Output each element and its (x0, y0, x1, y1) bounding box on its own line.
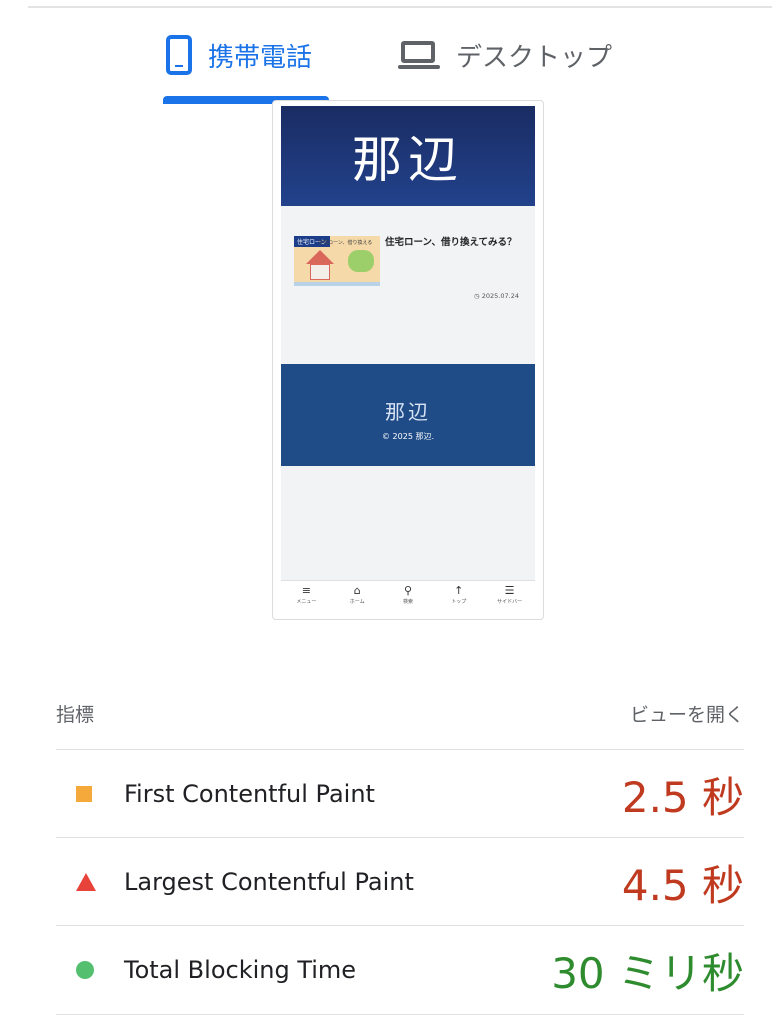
piggy-bank-illustration (348, 250, 374, 272)
metric-status-icon-wrap (56, 873, 124, 891)
preview-post-thumbnail: 住宅ローン 住宅ローン、借り換える (294, 236, 380, 286)
mobile-screenshot-preview: 那辺 住宅ローン 住宅ローン、借り換える 住宅ローン、借り換えてみる？ ◷ 20… (272, 100, 544, 620)
search-icon: ⚲ (403, 584, 413, 597)
preview-post-title: 住宅ローン、借り換えてみる？ (385, 237, 517, 248)
metrics-header: 指標 ビューを開く (56, 700, 744, 727)
metric-status-icon-wrap (56, 961, 124, 979)
thumbnail-ground (294, 282, 380, 286)
house-illustration (306, 250, 334, 264)
metrics-title: 指標 (56, 704, 95, 726)
preview-nav-search: ⚲ 検索 (383, 581, 434, 617)
preview-footer: 那辺 © 2025 那辺. (281, 364, 535, 466)
preview-header: 那辺 (281, 106, 535, 206)
preview-post-date: ◷ 2025.07.24 (474, 292, 519, 300)
tab-mobile[interactable]: 携帯電話 (166, 30, 312, 80)
preview-nav-label: メニュー (296, 599, 317, 605)
phone-icon (166, 35, 192, 75)
preview-nav-menu: ≡ メニュー (281, 581, 332, 617)
arrow-up-icon: ↑ (454, 584, 464, 597)
preview-nav-top: ↑ トップ (433, 581, 484, 617)
laptop-icon (398, 39, 440, 71)
tab-mobile-label: 携帯電話 (208, 42, 313, 73)
preview-copyright: © 2025 那辺. (382, 432, 434, 441)
tab-desktop-label: デスクトップ (456, 42, 613, 73)
preview-site-logo: 那辺 (352, 131, 464, 189)
preview-nav-label: サイドバー (497, 599, 523, 605)
metric-value: 2.5 秒 (621, 772, 744, 822)
preview-blank-area (281, 466, 535, 580)
preview-nav-label: トップ (451, 599, 467, 605)
metric-label: Largest Contentful Paint (124, 868, 414, 896)
preview-footer-logo: 那辺 (385, 400, 431, 424)
metric-value: 30 ミリ秒 (551, 948, 744, 998)
tab-desktop[interactable]: デスクトップ (398, 30, 612, 80)
metric-label: First Contentful Paint (124, 780, 375, 808)
metric-row-fcp: First Contentful Paint 2.5 秒 (56, 749, 744, 838)
metric-value: 4.5 秒 (621, 860, 744, 910)
good-circle-icon (76, 961, 94, 979)
preview-content: 住宅ローン 住宅ローン、借り換える 住宅ローン、借り換えてみる？ ◷ 2025.… (281, 206, 535, 364)
metric-label: Total Blocking Time (124, 956, 357, 984)
metric-status-icon-wrap (56, 786, 124, 802)
home-icon: ⌂ (353, 584, 361, 597)
average-square-icon (76, 786, 92, 802)
metric-row-tbt: Total Blocking Time 30 ミリ秒 (56, 925, 744, 1015)
open-view-link[interactable]: ビューを開く (630, 700, 744, 727)
menu-icon: ≡ (301, 584, 311, 597)
preview-nav-sidebar: ☰ サイドバー (484, 581, 535, 617)
thumbnail-caption: 住宅ローン、借り換える (318, 240, 373, 246)
poor-triangle-icon (76, 873, 96, 891)
metric-row-lcp: Largest Contentful Paint 4.5 秒 (56, 837, 744, 926)
preview-nav-label: 検索 (402, 599, 413, 605)
sidebar-icon: ☰ (504, 584, 515, 597)
house-illustration-body (310, 264, 330, 280)
preview-nav-label: ホーム (349, 599, 365, 605)
preview-nav-home: ⌂ ホーム (332, 581, 383, 617)
preview-bottom-nav: ≡ メニュー ⌂ ホーム ⚲ 検索 ↑ トップ ☰ サイドバー (281, 580, 535, 617)
top-divider (28, 6, 772, 8)
